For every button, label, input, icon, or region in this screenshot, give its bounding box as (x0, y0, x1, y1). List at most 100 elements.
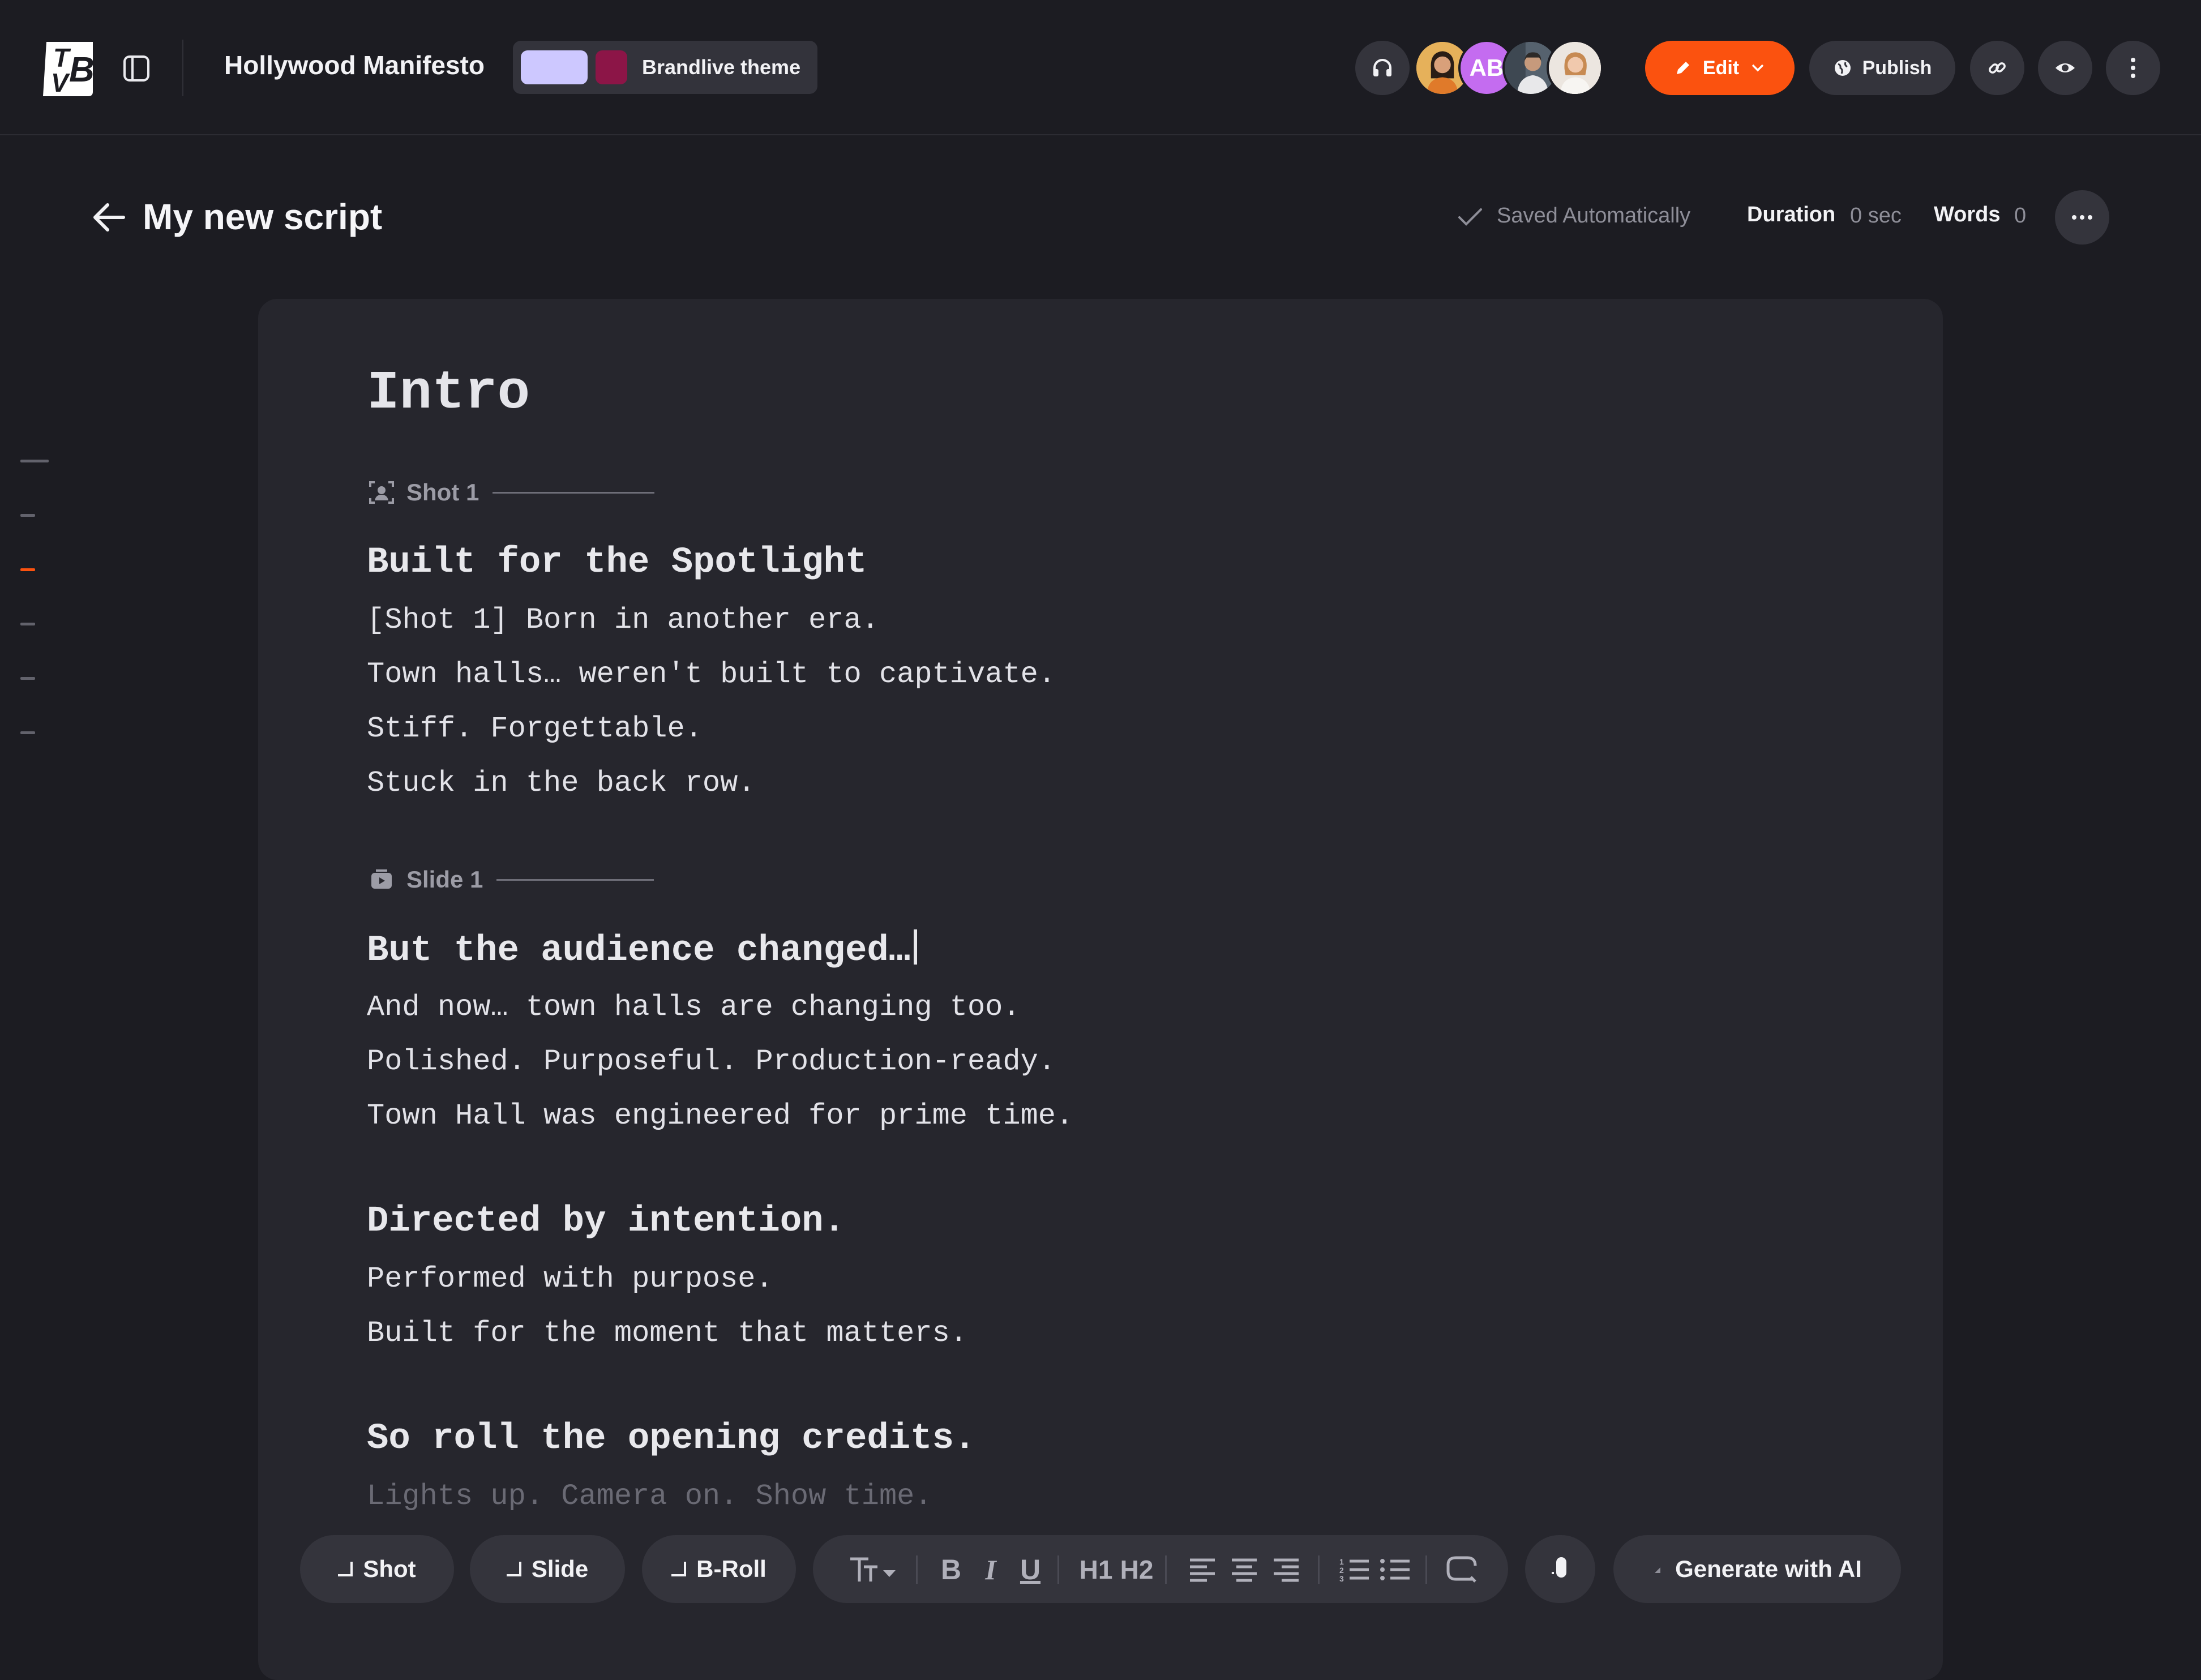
toolbar-divider (916, 1555, 918, 1584)
minimap-marker[interactable] (20, 460, 49, 462)
app-logo[interactable]: T V B (38, 37, 97, 98)
save-status: Saved Automatically (1497, 204, 1691, 228)
shot-marker[interactable]: Shot 1 (367, 475, 655, 509)
back-arrow-icon[interactable] (91, 202, 127, 233)
comment-button[interactable] (1445, 1554, 1479, 1585)
copy-link-button[interactable] (1970, 41, 2024, 95)
section-title[interactable]: Intro (367, 362, 530, 424)
edit-label: Edit (1702, 57, 1740, 79)
formatting-toolbar: B I U H1 H2 1 2 3 (813, 1535, 1508, 1603)
minimap-marker[interactable] (20, 623, 35, 625)
project-title: Hollywood Manifesto (224, 50, 485, 80)
align-left-button[interactable] (1188, 1554, 1217, 1585)
audio-button[interactable] (1355, 41, 1410, 95)
text-size-button[interactable] (848, 1554, 899, 1585)
sidebar-toggle-button[interactable] (122, 54, 151, 83)
block-heading[interactable]: Built for the Spotlight (367, 542, 867, 583)
heading2-label: H2 (1120, 1555, 1154, 1584)
camera-focus-icon (369, 481, 394, 504)
words-value: 0 (2014, 204, 2027, 228)
text-cursor (914, 929, 918, 965)
edit-button[interactable]: Edit (1645, 41, 1795, 95)
bold-button[interactable]: B (939, 1554, 964, 1585)
slide-button-label: Slide (531, 1555, 589, 1582)
script-title[interactable]: My new script (143, 196, 382, 238)
svg-text:3: 3 (1339, 1574, 1344, 1583)
minimap-marker[interactable] (20, 677, 35, 680)
toolbar-divider (1057, 1555, 1059, 1584)
slide-marker[interactable]: Slide 1 (367, 863, 654, 897)
checkmark-icon (1458, 208, 1482, 226)
headphones-icon (1373, 59, 1391, 76)
shot-button-label: Shot (363, 1555, 416, 1582)
italic-label: I (985, 1554, 996, 1585)
pencil-icon (1676, 62, 1689, 74)
toolbar-divider (1165, 1555, 1167, 1584)
block-heading[interactable]: So roll the opening credits. (367, 1418, 975, 1459)
slide-icon (371, 869, 392, 889)
script-line[interactable]: Polished. Purposeful. Production-ready. (367, 1045, 1056, 1078)
theme-selector[interactable]: Brandlive theme (513, 41, 818, 94)
add-shot-button[interactable]: Shot (300, 1535, 454, 1603)
generate-label: Generate with AI (1675, 1555, 1862, 1582)
globe-icon (1834, 60, 1851, 76)
slide-marker-label: Slide 1 (406, 866, 483, 893)
microphone-icon (1552, 1557, 1566, 1578)
microphone-button[interactable] (1525, 1535, 1595, 1603)
heading1-button[interactable]: H1 (1079, 1554, 1113, 1585)
insert-icon (338, 1562, 353, 1576)
align-center-button[interactable] (1230, 1554, 1259, 1585)
align-right-icon (1274, 1558, 1299, 1582)
publish-label: Publish (1862, 57, 1932, 79)
insert-icon (671, 1562, 687, 1576)
minimap-marker[interactable] (20, 514, 35, 517)
minimap-marker-active[interactable] (20, 568, 35, 571)
comment-icon (1446, 1556, 1477, 1583)
underline-label: U (1020, 1554, 1041, 1585)
script-line[interactable]: Town halls… weren't built to captivate. (367, 658, 1056, 691)
more-horizontal-icon (2072, 215, 2092, 220)
sparkle-icon (1655, 1567, 1661, 1573)
svg-text:2: 2 (1339, 1566, 1344, 1575)
align-right-button[interactable] (1271, 1554, 1301, 1585)
script-line[interactable]: And now… town halls are changing too. (367, 991, 1021, 1024)
collaborator-avatars[interactable]: AB (1414, 40, 1607, 96)
avatar[interactable] (1547, 40, 1603, 96)
svg-text:V: V (51, 68, 70, 97)
script-line[interactable]: Built for the moment that matters. (367, 1317, 967, 1350)
script-line[interactable]: Performed with purpose. (367, 1262, 773, 1296)
theme-swatch-primary (521, 50, 588, 84)
sidebar-panel-icon (123, 55, 149, 82)
numbered-list-icon: 1 2 3 (1339, 1557, 1369, 1583)
script-more-button[interactable] (2055, 190, 2109, 245)
minimap-marker[interactable] (20, 731, 35, 734)
script-line[interactable]: [Shot 1] Born in another era. (367, 603, 879, 637)
theme-label: Brandlive theme (642, 55, 801, 79)
script-line[interactable]: Stiff. Forgettable. (367, 712, 703, 745)
broll-button-label: B-Roll (696, 1555, 767, 1582)
heading1-label: H1 (1079, 1555, 1113, 1584)
underline-button[interactable]: U (1018, 1554, 1043, 1585)
numbered-list-button[interactable]: 1 2 3 (1338, 1554, 1370, 1585)
block-heading[interactable]: But the audience changed… (367, 929, 918, 971)
eye-icon (2056, 63, 2075, 72)
script-line[interactable]: Lights up. Camera on. Show time. (367, 1480, 932, 1513)
heading2-button[interactable]: H2 (1120, 1554, 1154, 1585)
marker-rule (496, 878, 654, 881)
more-options-button[interactable] (2106, 41, 2160, 95)
publish-button[interactable]: Publish (1809, 41, 1955, 95)
block-heading[interactable]: Directed by intention. (367, 1201, 845, 1242)
toolbar-divider (1318, 1555, 1320, 1584)
marker-rule (493, 491, 655, 494)
script-line[interactable]: Stuck in the back row. (367, 766, 756, 800)
preview-button[interactable] (2038, 41, 2092, 95)
bullet-list-button[interactable] (1379, 1554, 1411, 1585)
generate-with-ai-button[interactable]: Generate with AI (1613, 1535, 1901, 1603)
person-avatar-icon (1549, 42, 1601, 94)
italic-button[interactable]: I (978, 1554, 1003, 1585)
align-center-icon (1232, 1558, 1257, 1582)
add-slide-button[interactable]: Slide (470, 1535, 625, 1603)
add-broll-button[interactable]: B-Roll (642, 1535, 796, 1603)
text-size-icon (850, 1557, 896, 1582)
script-line[interactable]: Town Hall was engineered for prime time. (367, 1099, 1073, 1133)
